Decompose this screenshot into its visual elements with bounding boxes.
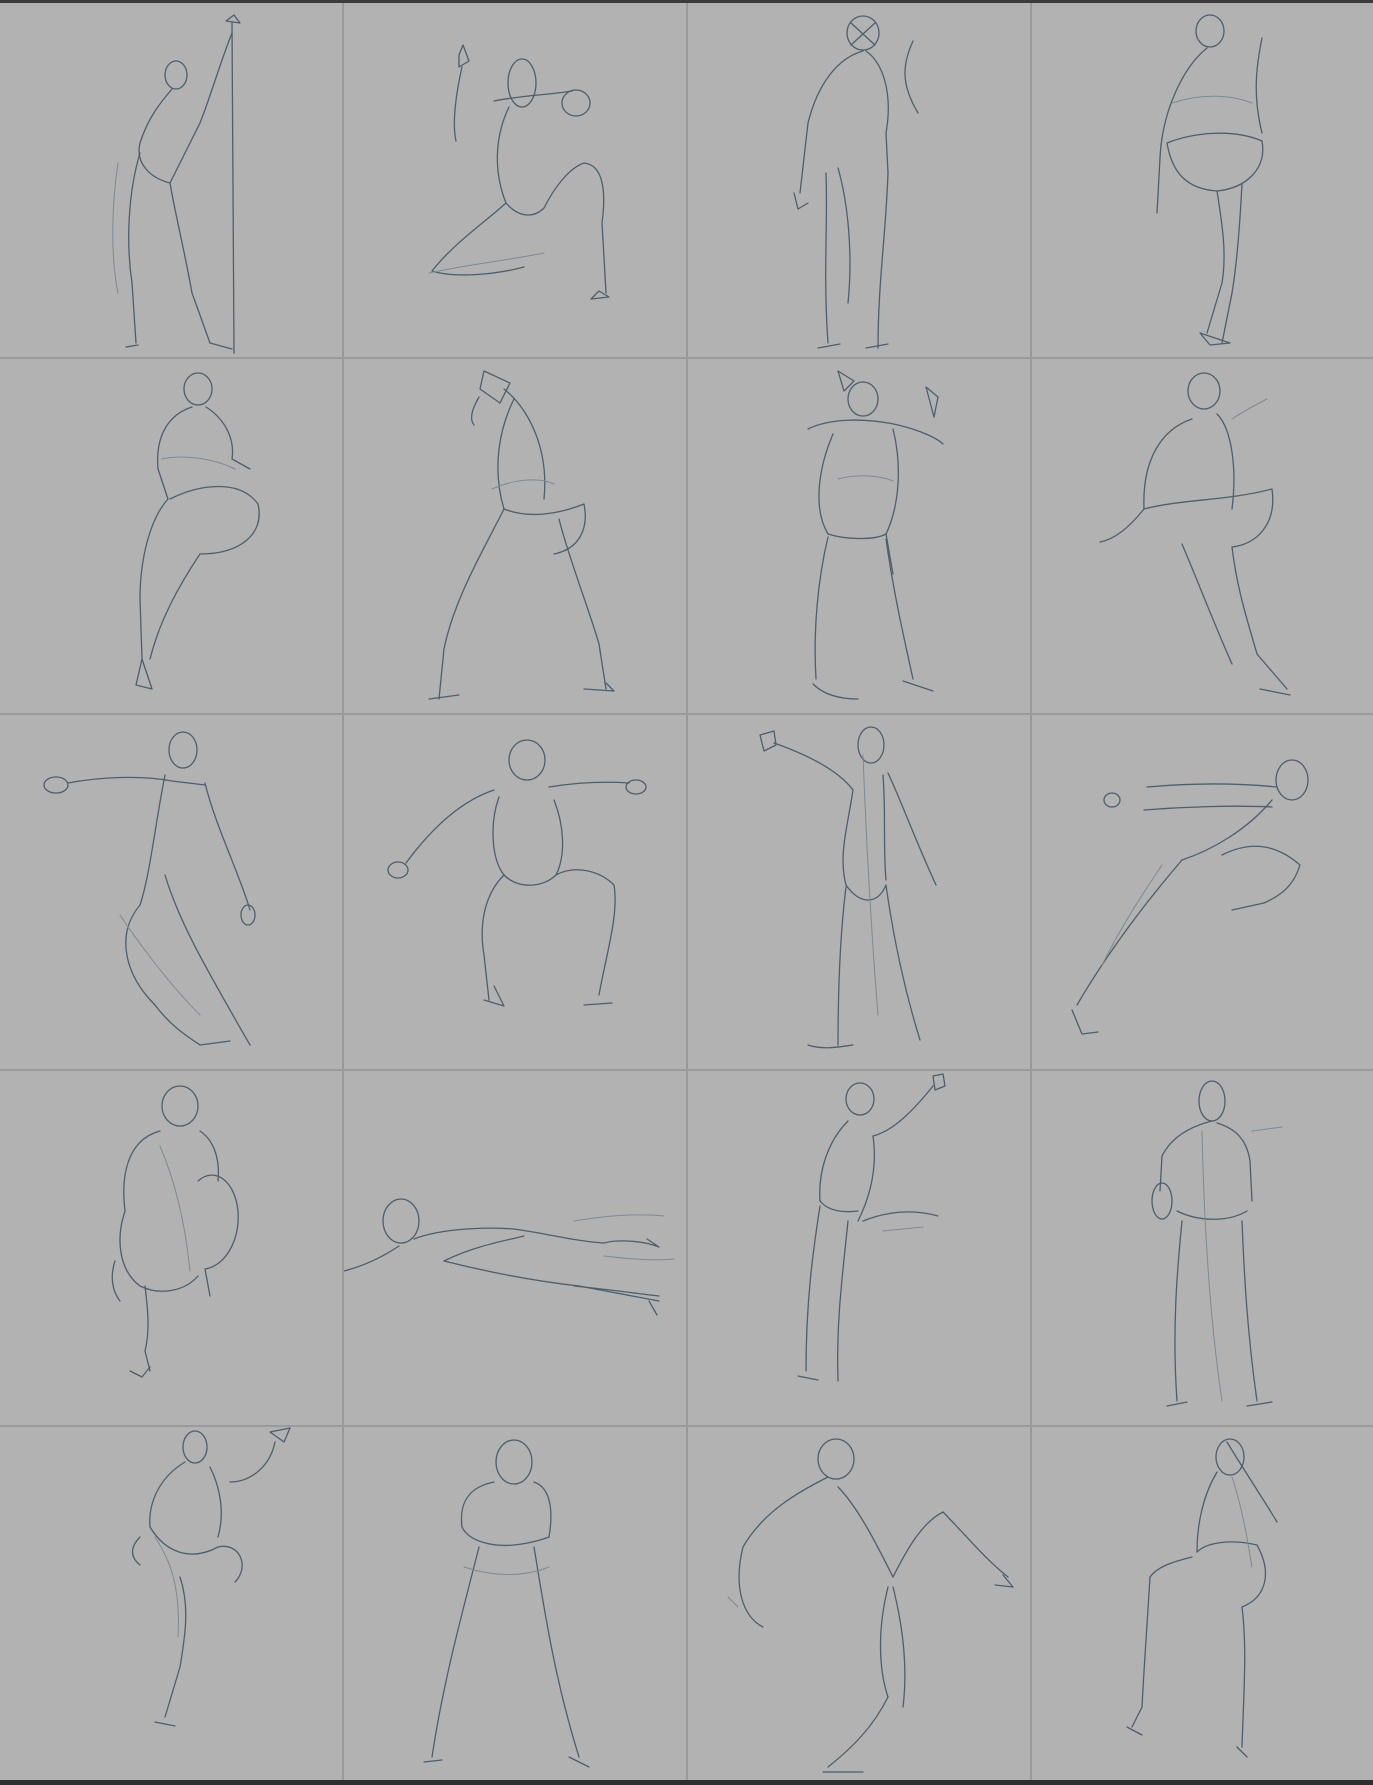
sketch-panel-r5c4 (1032, 1427, 1373, 1781)
gesture-sketch (1099, 372, 1291, 696)
sketch-panel-r4c1 (0, 1071, 342, 1425)
sketch-panel-r5c1 (0, 1427, 342, 1781)
sketch-panel-r1c4 (1032, 3, 1373, 357)
sketch-panel-r4c3 (688, 1071, 1030, 1425)
gesture-sketch (344, 1198, 675, 1316)
gesture-sketch (112, 14, 241, 354)
gesture-sketch (131, 1427, 291, 1727)
sketch-panel-r5c3 (688, 1427, 1030, 1781)
gesture-sketch (387, 739, 647, 1007)
gesture-sketch (428, 44, 610, 300)
sketch-panel-r5c2 (344, 1427, 686, 1781)
sketch-panel-r4c4 (1032, 1071, 1373, 1425)
gesture-sketch (793, 15, 919, 349)
gesture-sketch (135, 372, 260, 690)
gesture-sketch (797, 1073, 946, 1382)
gesture-sketch (428, 370, 615, 700)
sketch-panel-r2c4 (1032, 359, 1373, 713)
gesture-sketch (1126, 1438, 1278, 1758)
sketch-panel-r1c1 (0, 3, 342, 357)
sketch-panel-r2c2 (344, 359, 686, 713)
gesture-sketch (423, 1439, 590, 1768)
gesture-sketch (111, 1085, 239, 1378)
gesture-sketch (759, 726, 937, 1049)
sketch-panel-r3c4 (1032, 715, 1373, 1069)
gesture-sketch (43, 731, 256, 1046)
gesture-sketch (1156, 14, 1264, 346)
sketch-panel-r2c1 (0, 359, 342, 713)
sketch-panel-r2c3 (688, 359, 1030, 713)
sketch-panel-r4c2 (344, 1071, 686, 1425)
sketch-panel-r1c2 (344, 3, 686, 357)
gesture-sketch (1151, 1080, 1283, 1407)
gesture-sketch (727, 1438, 1014, 1773)
sheet-bottom-edge (0, 1780, 1373, 1785)
sketch-panel-r1c3 (688, 3, 1030, 357)
gesture-sketch (807, 370, 944, 700)
sketch-sheet (0, 0, 1373, 1785)
sketch-panel-r3c1 (0, 715, 342, 1069)
gesture-sketch (1071, 759, 1309, 1035)
sketch-panel-r3c3 (688, 715, 1030, 1069)
sketch-panel-r3c2 (344, 715, 686, 1069)
gesture-grid (0, 3, 1373, 1781)
